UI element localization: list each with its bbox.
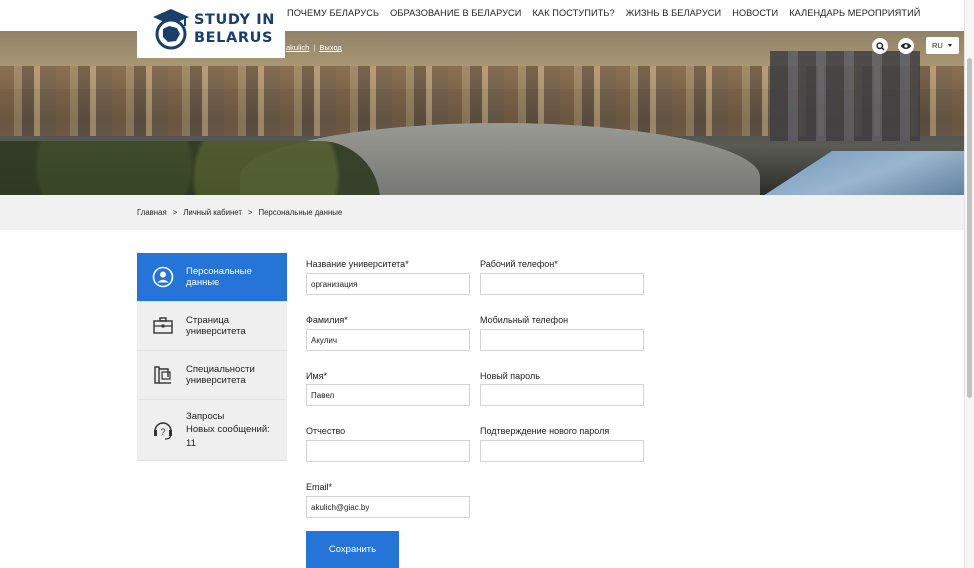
site-logo[interactable]: STUDY IN BELARUS xyxy=(137,0,285,58)
last-name-label: Фамилия* xyxy=(306,315,348,325)
logo-text: STUDY IN BELARUS xyxy=(194,12,275,46)
sidebar-item-label: Запросы Новых сообщений: 11 xyxy=(186,410,270,449)
breadcrumb-current: Персональные данные xyxy=(258,208,343,217)
scrollbar-thumb[interactable] xyxy=(967,58,972,398)
nav-news[interactable]: НОВОСТИ xyxy=(732,8,778,18)
save-button[interactable]: Сохранить xyxy=(306,531,399,568)
breadcrumb-home[interactable]: Главная xyxy=(137,208,167,217)
patronymic-input[interactable] xyxy=(306,440,470,462)
briefcase-icon xyxy=(153,317,173,334)
search-icon xyxy=(875,41,885,51)
email-field[interactable] xyxy=(306,496,470,518)
sidebar-item-personal-data[interactable]: Персональные данные xyxy=(137,253,287,302)
breadcrumb-separator: > xyxy=(172,208,178,217)
user-icon xyxy=(152,266,174,288)
logout-link[interactable]: Выход xyxy=(319,43,341,52)
breadcrumb-cabinet[interactable]: Личный кабинет xyxy=(183,208,242,217)
language-value: RU xyxy=(932,41,943,50)
nav-why-belarus[interactable]: ПОЧЕМУ БЕЛАРУСЬ xyxy=(287,8,379,18)
nav-education[interactable]: ОБРАЗОВАНИЕ В БЕЛАРУСИ xyxy=(390,8,521,18)
graduation-cap-logo-icon xyxy=(153,9,189,50)
email-label: Email* xyxy=(306,482,333,492)
chevron-down-icon xyxy=(947,44,952,47)
confirm-password-label: Подтверждение нового пароля xyxy=(480,426,610,436)
language-select[interactable]: RU xyxy=(926,37,959,54)
work-phone-input[interactable] xyxy=(480,273,644,295)
account-sidebar: Персональные данные Страница университет… xyxy=(137,253,287,461)
mobile-phone-label: Мобильный телефон xyxy=(480,315,569,325)
breadcrumb-separator: > xyxy=(247,208,253,217)
sidebar-item-label: Персональные данные xyxy=(186,265,252,289)
eye-icon xyxy=(900,43,912,49)
main-nav: ПОЧЕМУ БЕЛАРУСЬ ОБРАЗОВАНИЕ В БЕЛАРУСИ К… xyxy=(287,0,931,26)
first-name-label: Имя* xyxy=(306,371,328,381)
confirm-password-input[interactable] xyxy=(480,440,644,462)
user-links: akulich | Выход xyxy=(286,43,342,52)
mobile-phone-input[interactable] xyxy=(480,329,644,351)
books-icon xyxy=(154,366,171,384)
nav-calendar[interactable]: КАЛЕНДАРЬ МЕРОПРИЯТИЙ xyxy=(789,8,920,18)
sidebar-item-specialties[interactable]: Специальности университета xyxy=(137,351,287,400)
breadcrumb: Главная > Личный кабинет > Персональные … xyxy=(137,208,342,217)
sidebar-item-university-page[interactable]: Страница университета xyxy=(137,302,287,351)
accessibility-button[interactable] xyxy=(898,38,914,54)
new-messages-count: 11 xyxy=(186,437,196,449)
sidebar-item-requests[interactable]: ? Запросы Новых сообщений: 11 xyxy=(137,400,287,461)
page-scrollbar[interactable] xyxy=(964,0,974,568)
sidebar-item-label: Страница университета xyxy=(186,314,246,338)
search-button[interactable] xyxy=(872,38,888,54)
patronymic-label: Отчество xyxy=(306,426,346,436)
first-name-input[interactable] xyxy=(306,384,470,406)
new-password-label: Новый пароль xyxy=(480,371,540,381)
support-icon: ? xyxy=(154,422,172,440)
nav-how-to-apply[interactable]: КАК ПОСТУПИТЬ? xyxy=(532,8,614,18)
sidebar-item-label: Специальности университета xyxy=(186,363,255,387)
svg-text:?: ? xyxy=(160,427,165,437)
last-name-input[interactable] xyxy=(306,329,470,351)
nav-life[interactable]: ЖИЗНЬ В БЕЛАРУСИ xyxy=(626,8,721,18)
username-link[interactable]: akulich xyxy=(286,43,309,52)
work-phone-label: Рабочий телефон* xyxy=(480,259,558,269)
university-input[interactable] xyxy=(306,273,470,295)
new-password-input[interactable] xyxy=(480,384,644,406)
university-label: Название университета* xyxy=(306,259,409,269)
